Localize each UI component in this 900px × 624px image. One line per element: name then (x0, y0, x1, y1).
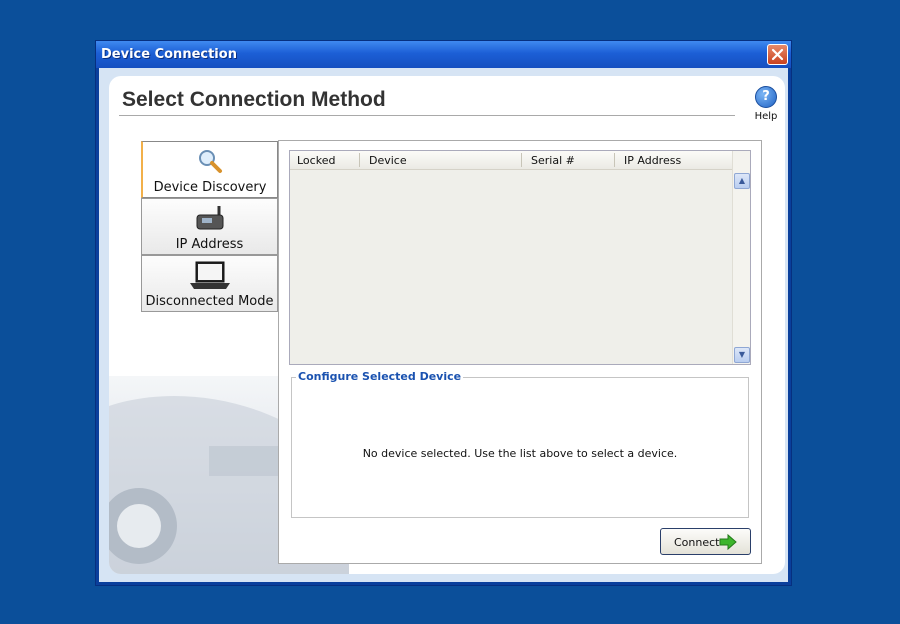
main-panel: Select Connection Method ? Help Device D… (109, 76, 785, 574)
column-separator (614, 153, 615, 167)
window-title: Device Connection (101, 47, 237, 62)
help-label: Help (754, 111, 778, 122)
device-list-header: Locked Device Serial # IP Address (290, 151, 732, 170)
wireless-device-icon (193, 203, 227, 237)
tab-ip-address[interactable]: IP Address (141, 198, 278, 255)
title-bar[interactable]: Device Connection (96, 41, 791, 68)
laptop-icon (186, 260, 234, 296)
column-header-ip-address[interactable]: IP Address (624, 154, 681, 167)
group-legend: Configure Selected Device (296, 370, 464, 383)
column-header-locked[interactable]: Locked (297, 154, 335, 167)
tab-label: Disconnected Mode (145, 294, 274, 309)
magnifier-icon (195, 146, 225, 180)
tab-label: Device Discovery (153, 180, 267, 195)
configure-selected-device-group: Configure Selected Device No device sele… (291, 370, 749, 518)
window-client-area: Select Connection Method ? Help Device D… (99, 68, 788, 582)
connection-method-tabs: Device Discovery IP Address Disconnected… (141, 141, 278, 312)
scroll-down-icon[interactable]: ▼ (734, 347, 750, 363)
vertical-scrollbar[interactable]: ▲ ▼ (732, 151, 750, 364)
device-connection-window: Device Connection Select Connection Meth… (95, 40, 792, 586)
column-header-serial[interactable]: Serial # (531, 154, 575, 167)
device-list[interactable]: Locked Device Serial # IP Address ▲ ▼ (289, 150, 751, 365)
tab-disconnected-mode[interactable]: Disconnected Mode (141, 255, 278, 312)
question-icon: ? (755, 86, 777, 108)
tab-device-discovery[interactable]: Device Discovery (141, 141, 278, 198)
connect-button[interactable]: Connect (660, 528, 751, 555)
connect-label: Connect (674, 536, 720, 549)
column-header-device[interactable]: Device (369, 154, 407, 167)
arrow-right-icon (719, 533, 737, 554)
title-divider (119, 115, 735, 116)
tab-label: IP Address (175, 237, 244, 252)
scroll-up-icon[interactable]: ▲ (734, 173, 750, 189)
help-button[interactable]: ? Help (749, 86, 783, 122)
no-device-message: No device selected. Use the list above t… (362, 447, 678, 460)
column-separator (521, 153, 522, 167)
column-separator (359, 153, 360, 167)
close-icon (771, 48, 784, 61)
page-title: Select Connection Method (122, 88, 386, 111)
close-button[interactable] (767, 44, 788, 65)
device-discovery-content: Locked Device Serial # IP Address ▲ ▼ Co… (278, 140, 762, 564)
